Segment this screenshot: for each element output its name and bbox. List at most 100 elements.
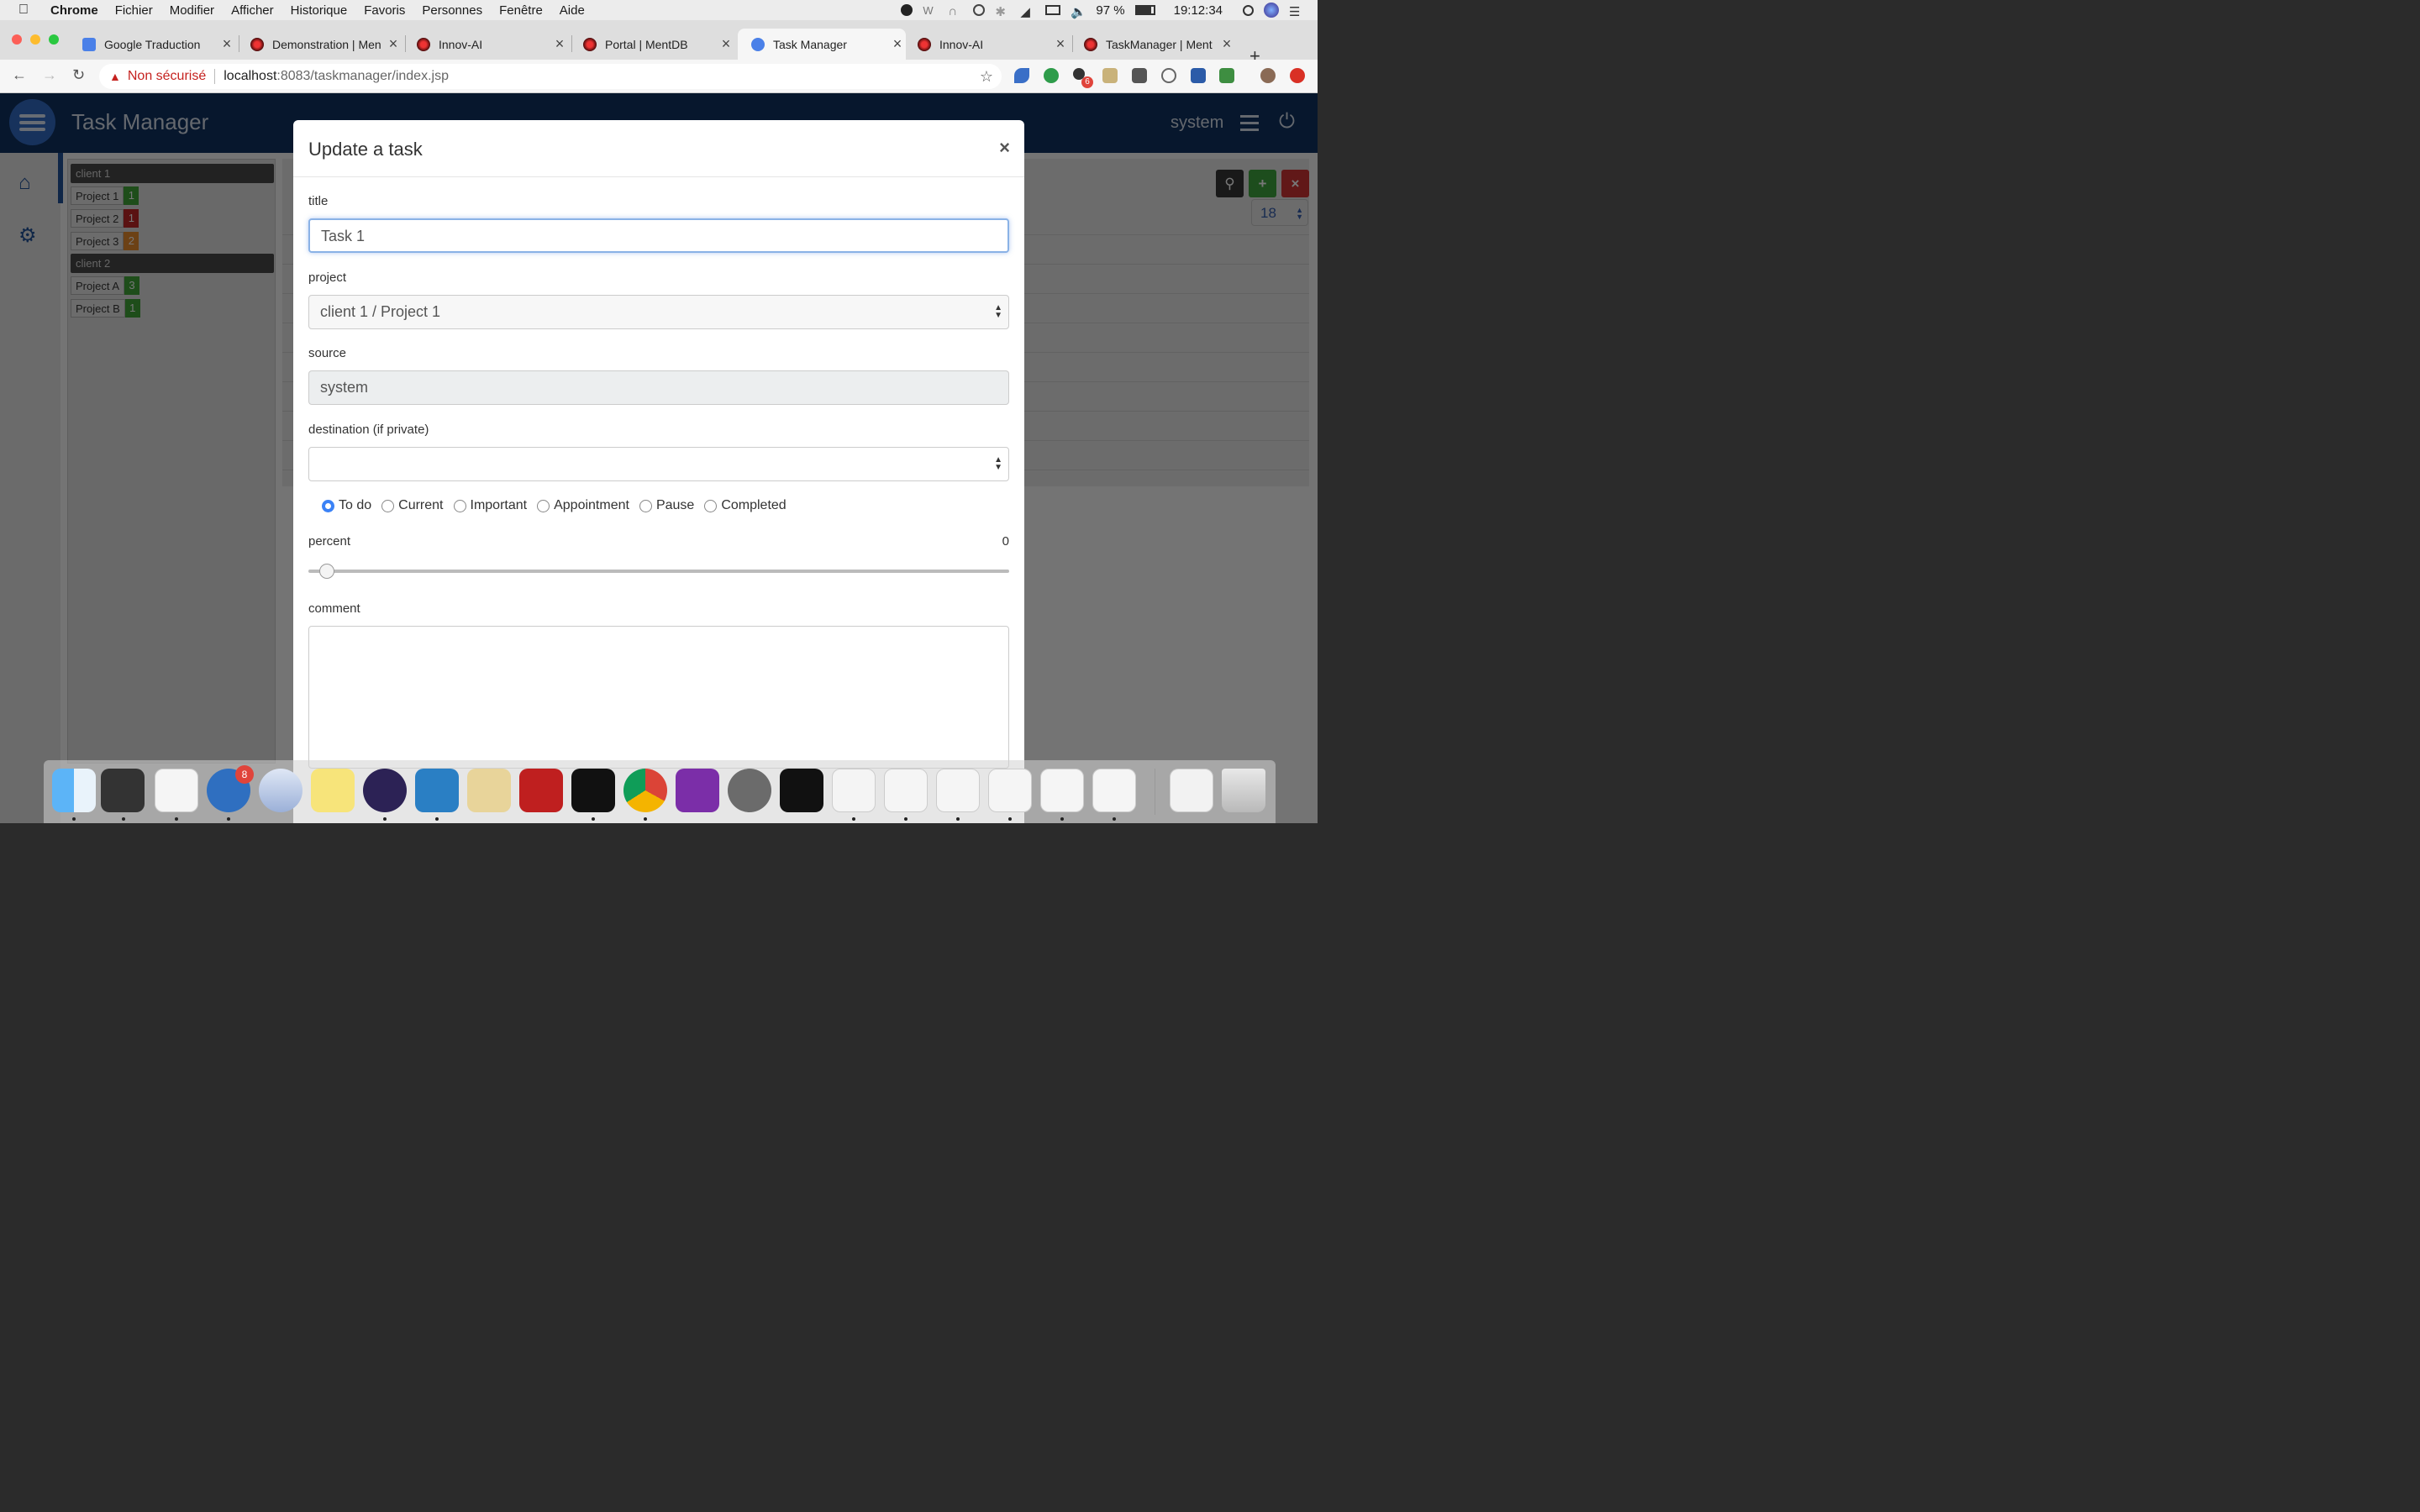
terminal-icon[interactable] <box>571 769 615 812</box>
facebook-icon[interactable] <box>1132 68 1147 83</box>
reload-icon[interactable]: ↻ <box>72 66 85 84</box>
mail-badge: 8 <box>235 765 254 784</box>
airplay-icon[interactable] <box>1045 5 1061 15</box>
status-arch-icon[interactable]: ∩ <box>948 4 963 18</box>
filezilla-icon[interactable] <box>519 769 563 812</box>
status-radio-important[interactable]: Important <box>453 498 527 513</box>
tab-label: Task Manager <box>773 37 847 51</box>
menu-historique[interactable]: Historique <box>291 3 348 18</box>
menu-favoris[interactable]: Favoris <box>364 3 405 18</box>
url-text[interactable]: localhost:8083/taskmanager/index.jsp <box>224 69 449 84</box>
address-bar[interactable]: ▲ Non sécurisé localhost:8083/taskmanage… <box>99 64 1002 89</box>
trash-icon[interactable] <box>1222 769 1265 812</box>
status-w-icon[interactable]: W <box>923 4 938 17</box>
mentdb-icon <box>918 37 931 51</box>
extension-green-icon[interactable] <box>1044 68 1059 83</box>
siri-icon[interactable] <box>1264 3 1279 18</box>
bookmark-star-icon[interactable]: ☆ <box>980 68 993 86</box>
yoink-icon[interactable] <box>259 769 302 812</box>
eclipse-icon[interactable] <box>363 769 407 812</box>
chrome-icon[interactable] <box>623 769 667 812</box>
wifi-icon[interactable]: ◢ <box>1020 4 1035 19</box>
percent-value: 0 <box>1002 534 1009 549</box>
title-label: title <box>308 194 329 208</box>
back-arrow-icon[interactable]: ← <box>12 66 27 84</box>
exec-icon[interactable] <box>780 769 823 812</box>
minimize-window-button[interactable] <box>30 34 40 45</box>
java-icon[interactable] <box>884 769 928 812</box>
stickies-icon[interactable] <box>311 769 355 812</box>
menu-personnes[interactable]: Personnes <box>422 3 482 18</box>
clock[interactable]: 19:12:34 <box>1174 3 1223 18</box>
tab-innov-ai-1[interactable]: Innov-AI × <box>403 29 568 60</box>
menu-aide[interactable]: Aide <box>560 3 585 18</box>
tab-demonstration[interactable]: Demonstration | Men × <box>237 29 402 60</box>
java-icon[interactable] <box>1092 769 1136 812</box>
status-circle-icon[interactable] <box>973 4 986 16</box>
status-radio-pause[interactable]: Pause <box>639 498 694 513</box>
tab-innov-ai-2[interactable]: Innov-AI × <box>904 29 1069 60</box>
status-radio-appointment[interactable]: Appointment <box>537 498 629 513</box>
process-icon[interactable] <box>101 769 145 812</box>
menu-fenetre[interactable]: Fenêtre <box>499 3 543 18</box>
java-icon[interactable] <box>936 769 980 812</box>
forward-arrow-icon[interactable]: → <box>42 66 57 84</box>
close-icon[interactable]: × <box>218 35 235 53</box>
security-status[interactable]: Non sécurisé <box>128 69 206 84</box>
java-icon[interactable] <box>155 769 198 812</box>
system-prefs-icon[interactable] <box>728 769 771 812</box>
onenote-icon[interactable] <box>676 769 719 812</box>
close-icon[interactable]: × <box>999 137 1010 159</box>
project-select[interactable]: client 1 / Project 1 ▲ ▼ <box>308 295 1009 329</box>
close-icon[interactable]: × <box>385 35 402 53</box>
project-label: project <box>308 270 347 285</box>
title-input[interactable]: Task 1 <box>308 218 1009 253</box>
update-icon[interactable] <box>1290 68 1305 83</box>
apple-icon[interactable]:  <box>18 3 35 18</box>
close-icon[interactable]: × <box>889 35 906 53</box>
modal-header: Update a task × <box>293 120 1024 177</box>
menu-app-chrome[interactable]: Chrome <box>50 3 98 18</box>
battery-icon[interactable] <box>1134 5 1155 15</box>
tab-task-manager[interactable]: Task Manager × <box>738 29 906 60</box>
bluetooth-icon[interactable]: ✱ <box>995 4 1010 19</box>
destination-select[interactable]: ▲ ▼ <box>308 447 1009 481</box>
percent-slider-handle[interactable] <box>319 564 334 579</box>
status-bubble-icon[interactable] <box>901 4 913 16</box>
extension-image-icon[interactable] <box>1102 68 1118 83</box>
close-icon[interactable]: × <box>1052 35 1069 53</box>
profile-avatar[interactable] <box>1260 68 1276 83</box>
extension-pen-icon[interactable] <box>1014 68 1029 83</box>
close-window-button[interactable] <box>12 34 22 45</box>
archive-icon[interactable] <box>1170 769 1213 812</box>
spotlight-icon[interactable] <box>1243 4 1254 16</box>
status-radio-todo[interactable]: To do <box>322 498 371 513</box>
java-icon[interactable] <box>1040 769 1084 812</box>
menu-fichier[interactable]: Fichier <box>115 3 153 18</box>
close-icon[interactable]: × <box>1218 35 1235 53</box>
bracket-icon[interactable] <box>415 769 459 812</box>
tab-taskmanager-mentdb[interactable]: TaskManager | Ment × <box>1071 29 1235 60</box>
menu-modifier[interactable]: Modifier <box>170 3 214 18</box>
tab-portal-mentdb[interactable]: Portal | MentDB × <box>570 29 734 60</box>
comment-textarea[interactable] <box>308 626 1009 769</box>
close-icon[interactable]: × <box>718 35 734 53</box>
volume-icon[interactable]: 🔈 <box>1071 4 1086 19</box>
status-radio-current[interactable]: Current <box>381 498 444 513</box>
percent-slider-track[interactable] <box>308 570 1009 573</box>
menu-bar:  Chrome Fichier Modifier Afficher Histo… <box>0 0 1318 20</box>
taskpaper-icon[interactable] <box>467 769 511 812</box>
extension-download-icon[interactable] <box>1191 68 1206 83</box>
status-radio-completed[interactable]: Completed <box>704 498 786 513</box>
finder-icon[interactable] <box>52 769 96 812</box>
extension-target-icon[interactable] <box>1161 68 1176 83</box>
menu-afficher[interactable]: Afficher <box>231 3 274 18</box>
zoom-window-button[interactable] <box>49 34 59 45</box>
tab-google-traduction[interactable]: Google Traduction × <box>69 29 235 60</box>
cors-icon[interactable] <box>1219 68 1234 83</box>
warning-icon[interactable]: ▲ <box>109 70 121 83</box>
textedit-icon[interactable] <box>832 769 876 812</box>
java-icon[interactable] <box>988 769 1032 812</box>
close-icon[interactable]: × <box>551 35 568 53</box>
notification-center-icon[interactable]: ☰ <box>1289 4 1304 19</box>
